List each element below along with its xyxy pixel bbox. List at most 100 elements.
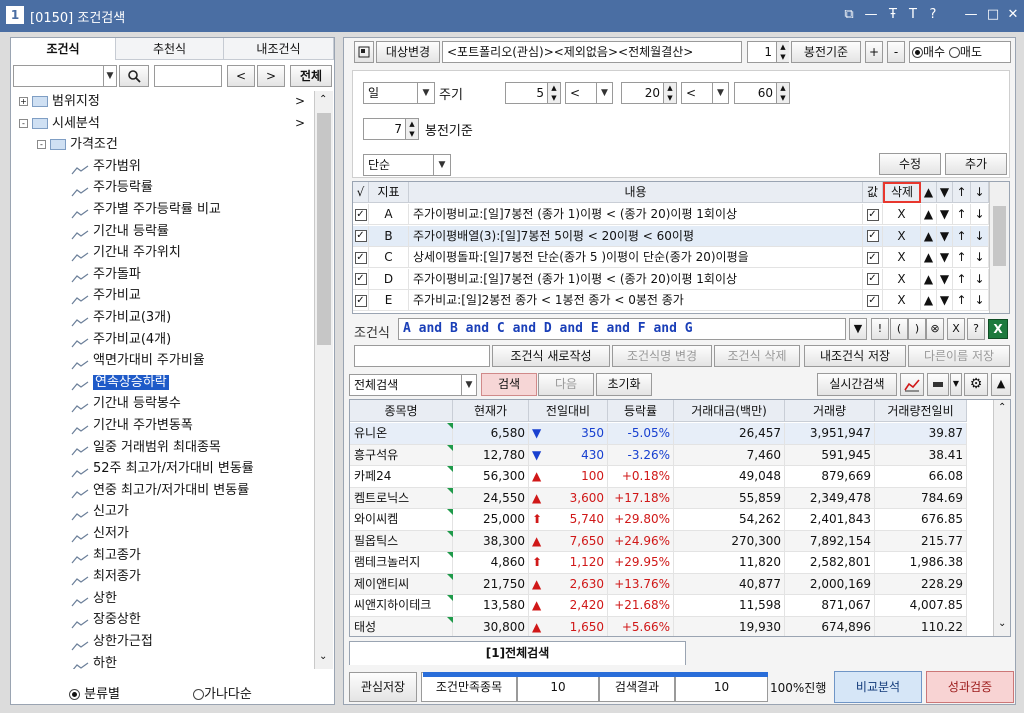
checkbox-checked-icon[interactable]: ✓: [866, 230, 879, 242]
delete-row-button[interactable]: X: [883, 204, 921, 225]
tree-item[interactable]: 신고가: [71, 501, 313, 523]
tree-item[interactable]: 최고종가: [71, 545, 313, 567]
save-as-button[interactable]: 다른이름 저장: [908, 345, 1010, 367]
cond-value-cell[interactable]: ✓: [863, 290, 883, 311]
delete-row-button[interactable]: X: [883, 290, 921, 311]
move-down-icon[interactable]: ▼: [937, 225, 953, 247]
results-scrollbar[interactable]: ⌃ ⌄: [993, 400, 1010, 636]
sell-label[interactable]: 매도: [960, 45, 982, 59]
tab-recommended[interactable]: 추천식: [116, 38, 224, 60]
checkbox-checked-icon[interactable]: ✓: [866, 273, 879, 285]
tab-condition[interactable]: 조건식: [11, 38, 116, 60]
result-row[interactable]: 유니온 6,580 ▼ 350 -5.05% 26,457 3,951,947 39.87: [350, 423, 967, 445]
move-up-icon[interactable]: ▲: [921, 225, 937, 247]
delete-row-button[interactable]: X: [883, 225, 921, 247]
search-input[interactable]: [154, 65, 222, 87]
plus-button[interactable]: +: [865, 41, 883, 63]
reset-button[interactable]: 초기화: [596, 373, 652, 396]
result-row[interactable]: 와이씨켐 25,000 ⬆ 5,740 +29.80% 54,262 2,401,843 67…: [350, 509, 967, 531]
chart-button[interactable]: [900, 373, 924, 396]
collapse-icon[interactable]: -: [37, 140, 46, 150]
move-up-icon[interactable]: ▲: [921, 247, 937, 268]
checkbox-checked-icon[interactable]: ✓: [866, 251, 879, 264]
target-icon-button[interactable]: [354, 41, 374, 63]
ma3-stepper[interactable]: ▲ ▼: [776, 83, 789, 103]
tree-item[interactable]: 기간내 등락봉수: [71, 393, 313, 415]
next-button[interactable]: >: [257, 65, 285, 87]
tree-item[interactable]: 하한: [71, 653, 313, 669]
cond-check-cell[interactable]: ✓: [353, 225, 369, 247]
scroll-thumb[interactable]: [317, 113, 331, 345]
stock-name[interactable]: 유니온: [350, 423, 453, 445]
cond-value-cell[interactable]: ✓: [863, 268, 883, 290]
pin-icon[interactable]: Ŧ: [884, 6, 902, 24]
cond-content[interactable]: 주가이평비교:[일]7봉전 (종가 1)이평 < (종가 20)이평 1회이상: [409, 204, 863, 225]
tree-item[interactable]: 52주 최고가/저가대비 변동률: [71, 458, 313, 480]
bong-stepper[interactable]: ▲ ▼: [776, 42, 789, 62]
tree-item[interactable]: 주가별 주가등락률 비교: [71, 199, 313, 221]
result-col-header[interactable]: 현재가: [453, 400, 529, 422]
menu-dropdown-icon[interactable]: ▼: [950, 373, 962, 396]
move-top-icon[interactable]: ↑: [953, 204, 971, 225]
tree-item[interactable]: 기간내 주가변동폭: [71, 415, 313, 437]
radio-by-category[interactable]: 분류별: [69, 683, 120, 702]
minus-button[interactable]: -: [887, 41, 905, 63]
font-icon[interactable]: T: [904, 6, 922, 24]
tree-folder[interactable]: - 가격조건: [37, 134, 313, 156]
checkbox-checked-icon[interactable]: ✓: [354, 294, 367, 307]
result-col-header[interactable]: 전일대비: [529, 400, 608, 422]
result-row[interactable]: 카페24 56,300 ▲ 100 +0.18% 49,048 879,669 66.08: [350, 466, 967, 488]
move-down-icon[interactable]: ▼: [937, 268, 953, 290]
chevron-down-icon[interactable]: ▼: [103, 66, 116, 86]
search-execute-button[interactable]: 검색: [481, 373, 537, 396]
radio-sell-icon[interactable]: [948, 47, 960, 58]
result-col-header[interactable]: 거래대금(백만): [674, 400, 785, 422]
tree-item[interactable]: 액면가대비 주가비율: [71, 350, 313, 372]
checkbox-checked-icon[interactable]: ✓: [866, 294, 879, 307]
maximize-icon[interactable]: □: [984, 6, 1002, 24]
collapse-icon[interactable]: -: [19, 118, 28, 128]
tree-item[interactable]: 연속상승하락: [71, 372, 313, 394]
move-up-icon[interactable]: ▲: [921, 204, 937, 225]
performance-verify-button[interactable]: 성과검증: [926, 671, 1014, 703]
condition-name-input[interactable]: [354, 345, 490, 367]
bong-basis-button[interactable]: 봉전기준: [791, 41, 861, 63]
tree-item[interactable]: 주가비교(3개): [71, 307, 313, 329]
stock-name[interactable]: 제이앤티씨: [350, 573, 453, 595]
tree-item[interactable]: 상한가근접: [71, 631, 313, 653]
tree-item[interactable]: 장중상한: [71, 609, 313, 631]
radio-buy-icon[interactable]: [912, 47, 923, 58]
next-search-button[interactable]: 다음: [538, 373, 594, 396]
scroll-down-icon[interactable]: ⌄: [319, 651, 327, 662]
move-down-icon[interactable]: ▼: [937, 290, 953, 311]
stock-name[interactable]: 와이씨켐: [350, 509, 453, 531]
chevron-down-icon[interactable]: ▼: [596, 83, 612, 103]
scroll-down-icon[interactable]: ⌄: [998, 618, 1006, 629]
tree-item[interactable]: 상한: [71, 588, 313, 610]
tree-item[interactable]: 주가비교: [71, 285, 313, 307]
tree-item[interactable]: 신저가: [71, 523, 313, 545]
tree-item[interactable]: 주가돌파: [71, 264, 313, 286]
stock-name[interactable]: 흥구석유: [350, 444, 453, 466]
rename-condition-button[interactable]: 조건식명 변경: [612, 345, 712, 367]
result-col-header[interactable]: 종목명: [350, 400, 453, 422]
search-scope-select[interactable]: 전체검색: [349, 374, 477, 396]
move-top-icon[interactable]: ↑: [953, 290, 971, 311]
cond-value-cell[interactable]: ✓: [863, 225, 883, 247]
tree-item[interactable]: 최저종가: [71, 566, 313, 588]
xor-button[interactable]: ⊗: [926, 318, 944, 340]
result-row[interactable]: 흥구석유 12,780 ▼ 430 -3.26% 7,460 591,945 38.41: [350, 444, 967, 466]
tree-item[interactable]: 기간내 주가위치: [71, 242, 313, 264]
checkbox-checked-icon[interactable]: ✓: [354, 273, 367, 285]
close-icon[interactable]: ✕: [1004, 6, 1022, 24]
cond-check-cell[interactable]: ✓: [353, 247, 369, 268]
tree-item[interactable]: 연중 최고가/저가대비 변동률: [71, 480, 313, 502]
tab-my-conditions[interactable]: 내조건식: [224, 38, 334, 60]
move-bottom-icon[interactable]: ↓: [971, 290, 989, 311]
condition-row[interactable]: ✓ C 상세이평돌파:[일]7봉전 단순(종가 5 )이평이 단순(종가 20)이평…: [353, 247, 989, 268]
search-button[interactable]: [119, 65, 149, 87]
cond-content[interactable]: 주가이평비교:[일]7봉전 (종가 1)이평 < (종가 20)이평 1회이상: [409, 268, 863, 290]
condition-row[interactable]: ✓ E 주가비교:[일]2봉전 종가 < 1봉전 종가 < 0봉전 종가 ✓ X ▲ ▼ ↑ ↓: [353, 290, 989, 311]
stock-name[interactable]: 필옵틱스: [350, 530, 453, 552]
result-row[interactable]: 램테크놀러지 4,860 ⬆ 1,120 +29.95% 11,820 2,582,801 1…: [350, 552, 967, 574]
